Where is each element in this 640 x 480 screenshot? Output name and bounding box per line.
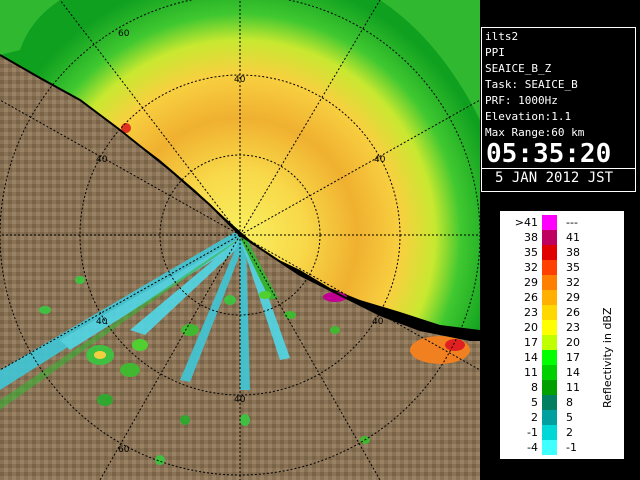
task-name: Task: SEAICE_B	[485, 78, 578, 91]
legend-low-value: >41	[515, 216, 538, 229]
range-label-60-top: 60	[118, 29, 130, 39]
range-label-40-lowleft: 40	[96, 317, 108, 327]
divider	[482, 168, 635, 169]
legend-high-value: ---	[566, 216, 578, 229]
legend-swatch	[542, 275, 557, 290]
range-label-60-bottom: 60	[118, 445, 130, 455]
legend-swatch	[542, 260, 557, 275]
legend-low-value: -1	[527, 426, 538, 439]
legend-high-value: 38	[566, 246, 580, 259]
legend-title-text: Reflectivity in dBZ	[601, 307, 614, 408]
legend-high-value: 23	[566, 321, 580, 334]
legend-swatch	[542, 305, 557, 320]
reflectivity-legend: >41 --- 38 41 35 38 32 35 29 32 26 29 23 26 20 23 17 20 14…	[499, 210, 625, 460]
legend-swatch	[542, 395, 557, 410]
scan-type: PPI	[485, 46, 505, 59]
legend-swatch	[542, 290, 557, 305]
legend-low-value: 20	[524, 321, 538, 334]
legend-high-value: 11	[566, 381, 580, 394]
radar-ppi-display: 60 40 40 40 40 40 60 40	[0, 0, 480, 480]
legend-low-value: 29	[524, 276, 538, 289]
legend-swatch	[542, 350, 557, 365]
product-name: SEAICE_B_Z	[485, 62, 552, 75]
legend-swatch	[542, 320, 557, 335]
range-label-40-lowright: 40	[372, 317, 384, 327]
legend-high-value: 14	[566, 366, 580, 379]
legend-swatch	[542, 410, 557, 425]
legend-high-value: 32	[566, 276, 580, 289]
legend-high-value: 35	[566, 261, 580, 274]
legend-swatch	[542, 215, 557, 230]
legend-high-value: 8	[566, 396, 573, 409]
scan-info-panel: ilts2 PPI SEAICE_B_Z Task: SEAICE_B PRF:…	[481, 27, 636, 192]
legend-low-value: 17	[524, 336, 538, 349]
legend-high-value: 20	[566, 336, 580, 349]
legend-swatch	[542, 230, 557, 245]
range-label-40-top: 40	[234, 75, 246, 85]
station-name: ilts2	[485, 30, 519, 43]
range-label-40-left: 40	[96, 155, 108, 165]
legend-title: Reflectivity in dBZ	[601, 307, 614, 408]
legend-low-value: 11	[524, 366, 538, 379]
range-label-40-bottom: 40	[234, 395, 246, 405]
legend-low-value: -4	[527, 441, 538, 454]
legend-high-value: 17	[566, 351, 580, 364]
legend-swatch	[542, 245, 557, 260]
max-range-value: Max Range:60 km	[485, 126, 585, 139]
legend-low-value: 2	[531, 411, 538, 424]
legend-low-value: 32	[524, 261, 538, 274]
legend-high-value: 2	[566, 426, 573, 439]
range-label-40-right: 40	[374, 155, 386, 165]
elevation-value: Elevation:1.1	[485, 110, 572, 123]
legend-swatch	[542, 440, 557, 455]
legend-high-value: 29	[566, 291, 580, 304]
legend-low-value: 5	[531, 396, 538, 409]
legend-low-value: 38	[524, 231, 538, 244]
legend-swatch	[542, 335, 557, 350]
legend-high-value: 26	[566, 306, 580, 319]
legend-low-value: 23	[524, 306, 538, 319]
legend-swatch	[542, 425, 557, 440]
legend-low-value: 8	[531, 381, 538, 394]
legend-low-value: 35	[524, 246, 538, 259]
prf-value: PRF: 1000Hz	[485, 94, 558, 107]
legend-swatch	[542, 365, 557, 380]
legend-high-value: 41	[566, 231, 580, 244]
legend-low-value: 26	[524, 291, 538, 304]
scan-time: 05:35:20	[486, 139, 612, 169]
legend-high-value: -1	[566, 441, 577, 454]
legend-high-value: 5	[566, 411, 573, 424]
scan-date: 5 JAN 2012 JST	[495, 170, 614, 186]
legend-swatch	[542, 380, 557, 395]
legend-low-value: 14	[524, 351, 538, 364]
